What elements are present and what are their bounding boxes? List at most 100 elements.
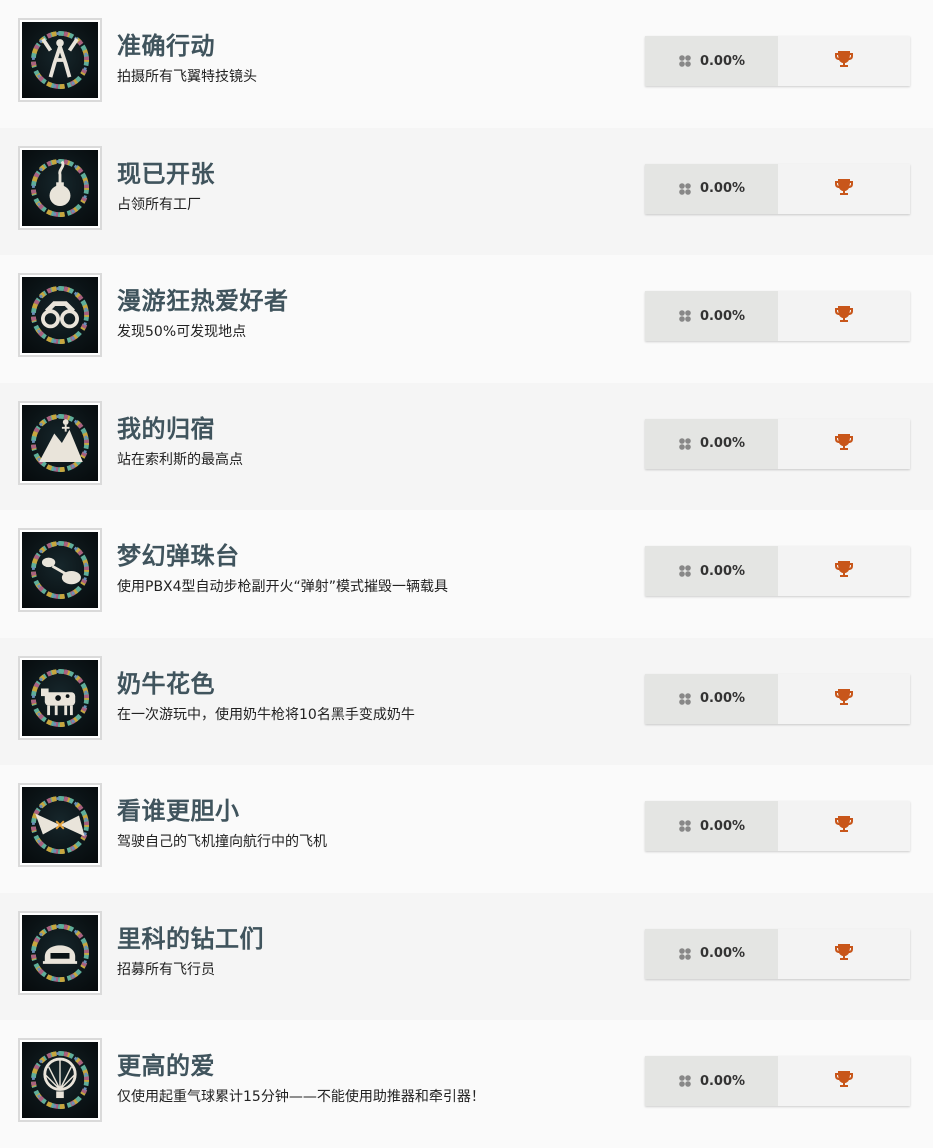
trophy-button[interactable] — [778, 1056, 910, 1106]
global-percent-stat: 0.00% — [645, 418, 778, 469]
percent-value: 0.00% — [699, 946, 746, 961]
achievement-title: 梦幻弹珠台 — [117, 542, 240, 570]
achievement-thumbnail — [18, 910, 102, 995]
achievement-title: 准确行动 — [117, 32, 215, 60]
achievement-description: 发现50%可发现地点 — [117, 324, 247, 340]
achievement-thumbnail — [18, 655, 102, 740]
players-icon — [678, 54, 692, 68]
trophy-button[interactable] — [778, 163, 910, 214]
achievement-title: 看谁更胆小 — [117, 797, 240, 825]
percent-value: 0.00% — [699, 436, 746, 451]
trophy-button[interactable] — [778, 546, 910, 596]
global-percent-stat: 0.00% — [645, 546, 778, 596]
plane-crash-icon — [31, 796, 89, 854]
trophy-icon — [834, 1070, 854, 1092]
achievement-title: 更高的爱 — [117, 1052, 215, 1080]
trophy-button[interactable] — [778, 291, 910, 341]
mountain-icon — [31, 413, 89, 472]
percent-value: 0.00% — [699, 691, 746, 706]
percent-value: 0.00% — [699, 53, 746, 69]
global-percent-stat: 0.00% — [645, 1056, 778, 1106]
players-icon — [678, 564, 692, 578]
achievement-title: 奶牛花色 — [117, 669, 215, 698]
achievement-description: 使用PBX4型自动步枪副开火“弹射”模式摧毁一辆载具 — [117, 579, 449, 595]
achievement-stats: 0.00% — [645, 1056, 910, 1106]
achievement-row: 我的归宿 站在索利斯的最高点 0.00% — [0, 382, 933, 510]
global-percent-stat: 0.00% — [645, 291, 778, 341]
trophy-button[interactable] — [778, 928, 910, 979]
balloon-icon — [31, 1051, 89, 1109]
achievement-stats: 0.00% — [645, 163, 910, 214]
trophy-button[interactable] — [778, 673, 910, 724]
achievement-row: 更高的爱 仅使用起重气球累计15分钟——不能使用助推器和牵引器！ 0.00% — [0, 1020, 933, 1148]
achievement-row: 现已开张 占领所有工厂 0.00% — [0, 127, 933, 255]
players-icon — [678, 309, 692, 323]
achievement-stats: 0.00% — [645, 801, 910, 851]
trophy-icon — [834, 943, 854, 965]
achievement-stats: 0.00% — [645, 418, 910, 469]
achievement-description: 驾驶自己的飞机撞向航行中的飞机 — [117, 834, 327, 850]
achievement-thumbnail — [18, 145, 102, 230]
achievement-row: 准确行动 拍摄所有飞翼特技镜头 0.00% — [0, 0, 933, 128]
achievement-row: 奶牛花色 在一次游玩中，使用奶牛枪将10名黑手变成奶牛 0.00% — [0, 637, 933, 765]
players-icon — [678, 692, 692, 706]
bomb-icon — [31, 158, 89, 217]
achievement-thumbnail — [18, 400, 102, 485]
trophy-icon — [834, 433, 854, 455]
achievement-thumbnail — [18, 18, 102, 102]
achievement-row: 里科的钻工们 招募所有飞行员 0.00% — [0, 892, 933, 1020]
global-percent-stat: 0.00% — [645, 36, 778, 86]
trophy-button[interactable] — [778, 36, 910, 86]
trophy-icon — [834, 560, 854, 582]
achievement-row: 梦幻弹珠台 使用PBX4型自动步枪副开火“弹射”模式摧毁一辆载具 0.00% — [0, 510, 933, 638]
global-percent-stat: 0.00% — [645, 801, 778, 851]
achievement-title: 里科的钻工们 — [117, 924, 264, 953]
achievement-description: 站在索利斯的最高点 — [117, 451, 243, 468]
trophy-icon — [834, 50, 854, 72]
players-icon — [678, 437, 692, 451]
trophy-button[interactable] — [778, 418, 910, 469]
achievement-stats: 0.00% — [645, 673, 910, 724]
achievement-title: 我的归宿 — [117, 414, 215, 443]
binoculars-icon — [31, 286, 89, 344]
players-icon — [678, 819, 692, 833]
trophy-icon — [834, 688, 854, 710]
global-percent-stat: 0.00% — [645, 928, 778, 979]
achievement-description: 拍摄所有飞翼特技镜头 — [117, 69, 257, 85]
achievement-row: 漫游狂热爱好者 发现50%可发现地点 0.00% — [0, 255, 933, 383]
percent-value: 0.00% — [699, 181, 746, 196]
trophy-icon — [834, 178, 854, 200]
skydiver-icon — [31, 31, 89, 89]
global-percent-stat: 0.00% — [645, 673, 778, 724]
achievement-stats: 0.00% — [645, 291, 910, 341]
achievement-description: 招募所有飞行员 — [117, 961, 215, 978]
players-icon — [678, 1074, 692, 1088]
trophy-icon — [834, 815, 854, 837]
percent-value: 0.00% — [699, 1073, 746, 1089]
achievement-stats: 0.00% — [645, 36, 910, 86]
achievement-title: 漫游狂热爱好者 — [117, 287, 289, 315]
percent-value: 0.00% — [699, 308, 746, 324]
achievement-title: 现已开张 — [117, 159, 215, 188]
achievement-thumbnail — [18, 783, 102, 867]
cow-icon — [31, 668, 89, 727]
achievement-description: 在一次游玩中，使用奶牛枪将10名黑手变成奶牛 — [117, 706, 415, 723]
percent-value: 0.00% — [699, 818, 746, 834]
trophy-button[interactable] — [778, 801, 910, 851]
trophy-icon — [834, 305, 854, 327]
global-percent-stat: 0.00% — [645, 163, 778, 214]
achievement-description: 占领所有工厂 — [117, 196, 201, 213]
achievement-list: 准确行动 拍摄所有飞翼特技镜头 0.00% 现已开张 占领所有工厂 0.00% — [0, 0, 933, 1148]
percent-value: 0.00% — [699, 563, 746, 579]
helmet-icon — [31, 923, 89, 982]
achievement-stats: 0.00% — [645, 546, 910, 596]
achievement-thumbnail — [18, 1038, 102, 1122]
players-icon — [678, 947, 692, 961]
achievement-thumbnail — [18, 273, 102, 357]
achievement-thumbnail — [18, 528, 102, 612]
players-icon — [678, 182, 692, 196]
achievement-stats: 0.00% — [645, 928, 910, 979]
pinball-icon — [31, 541, 89, 599]
achievement-description: 仅使用起重气球累计15分钟——不能使用助推器和牵引器！ — [117, 1089, 485, 1105]
achievement-row: 看谁更胆小 驾驶自己的飞机撞向航行中的飞机 0.00% — [0, 765, 933, 893]
